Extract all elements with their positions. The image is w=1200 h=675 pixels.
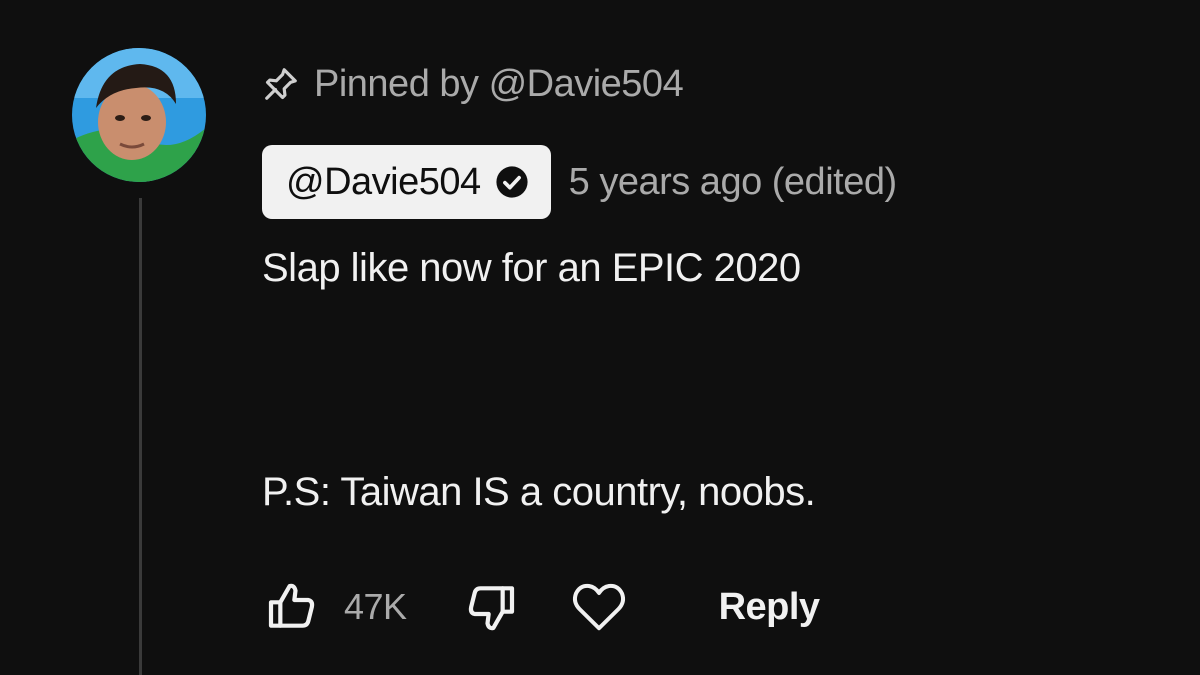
avatar-image <box>72 48 206 182</box>
comment-actions: 47K Reply <box>262 574 820 640</box>
pinned-indicator: Pinned by @Davie504 <box>262 58 684 110</box>
comment-text-line-1: Slap like now for an EPIC 2020 <box>262 246 801 290</box>
thumbs-down-icon <box>468 586 514 631</box>
pinned-comment: Pinned by @Davie504 @Davie504 5 years ag… <box>0 0 1200 675</box>
heart-button[interactable] <box>569 577 629 637</box>
verified-checkmark-icon <box>495 165 529 199</box>
comment-timestamp[interactable]: 5 years ago (edited) <box>569 161 897 204</box>
thread-line <box>139 198 142 675</box>
comment-text-line-2: P.S: Taiwan IS a country, noobs. <box>262 470 816 514</box>
pin-icon <box>262 65 300 103</box>
like-button[interactable] <box>262 577 322 637</box>
avatar[interactable] <box>72 48 206 182</box>
dislike-button[interactable] <box>461 577 521 637</box>
author-chip[interactable]: @Davie504 <box>262 145 551 219</box>
author-name: @Davie504 <box>286 160 481 203</box>
like-count: 47K <box>344 586 407 627</box>
heart-icon <box>572 583 625 631</box>
thumbs-up-icon <box>268 583 315 628</box>
comment-header: @Davie504 5 years ago (edited) <box>262 145 897 219</box>
pinned-label: Pinned by @Davie504 <box>314 62 684 105</box>
reply-button[interactable]: Reply <box>719 586 820 629</box>
